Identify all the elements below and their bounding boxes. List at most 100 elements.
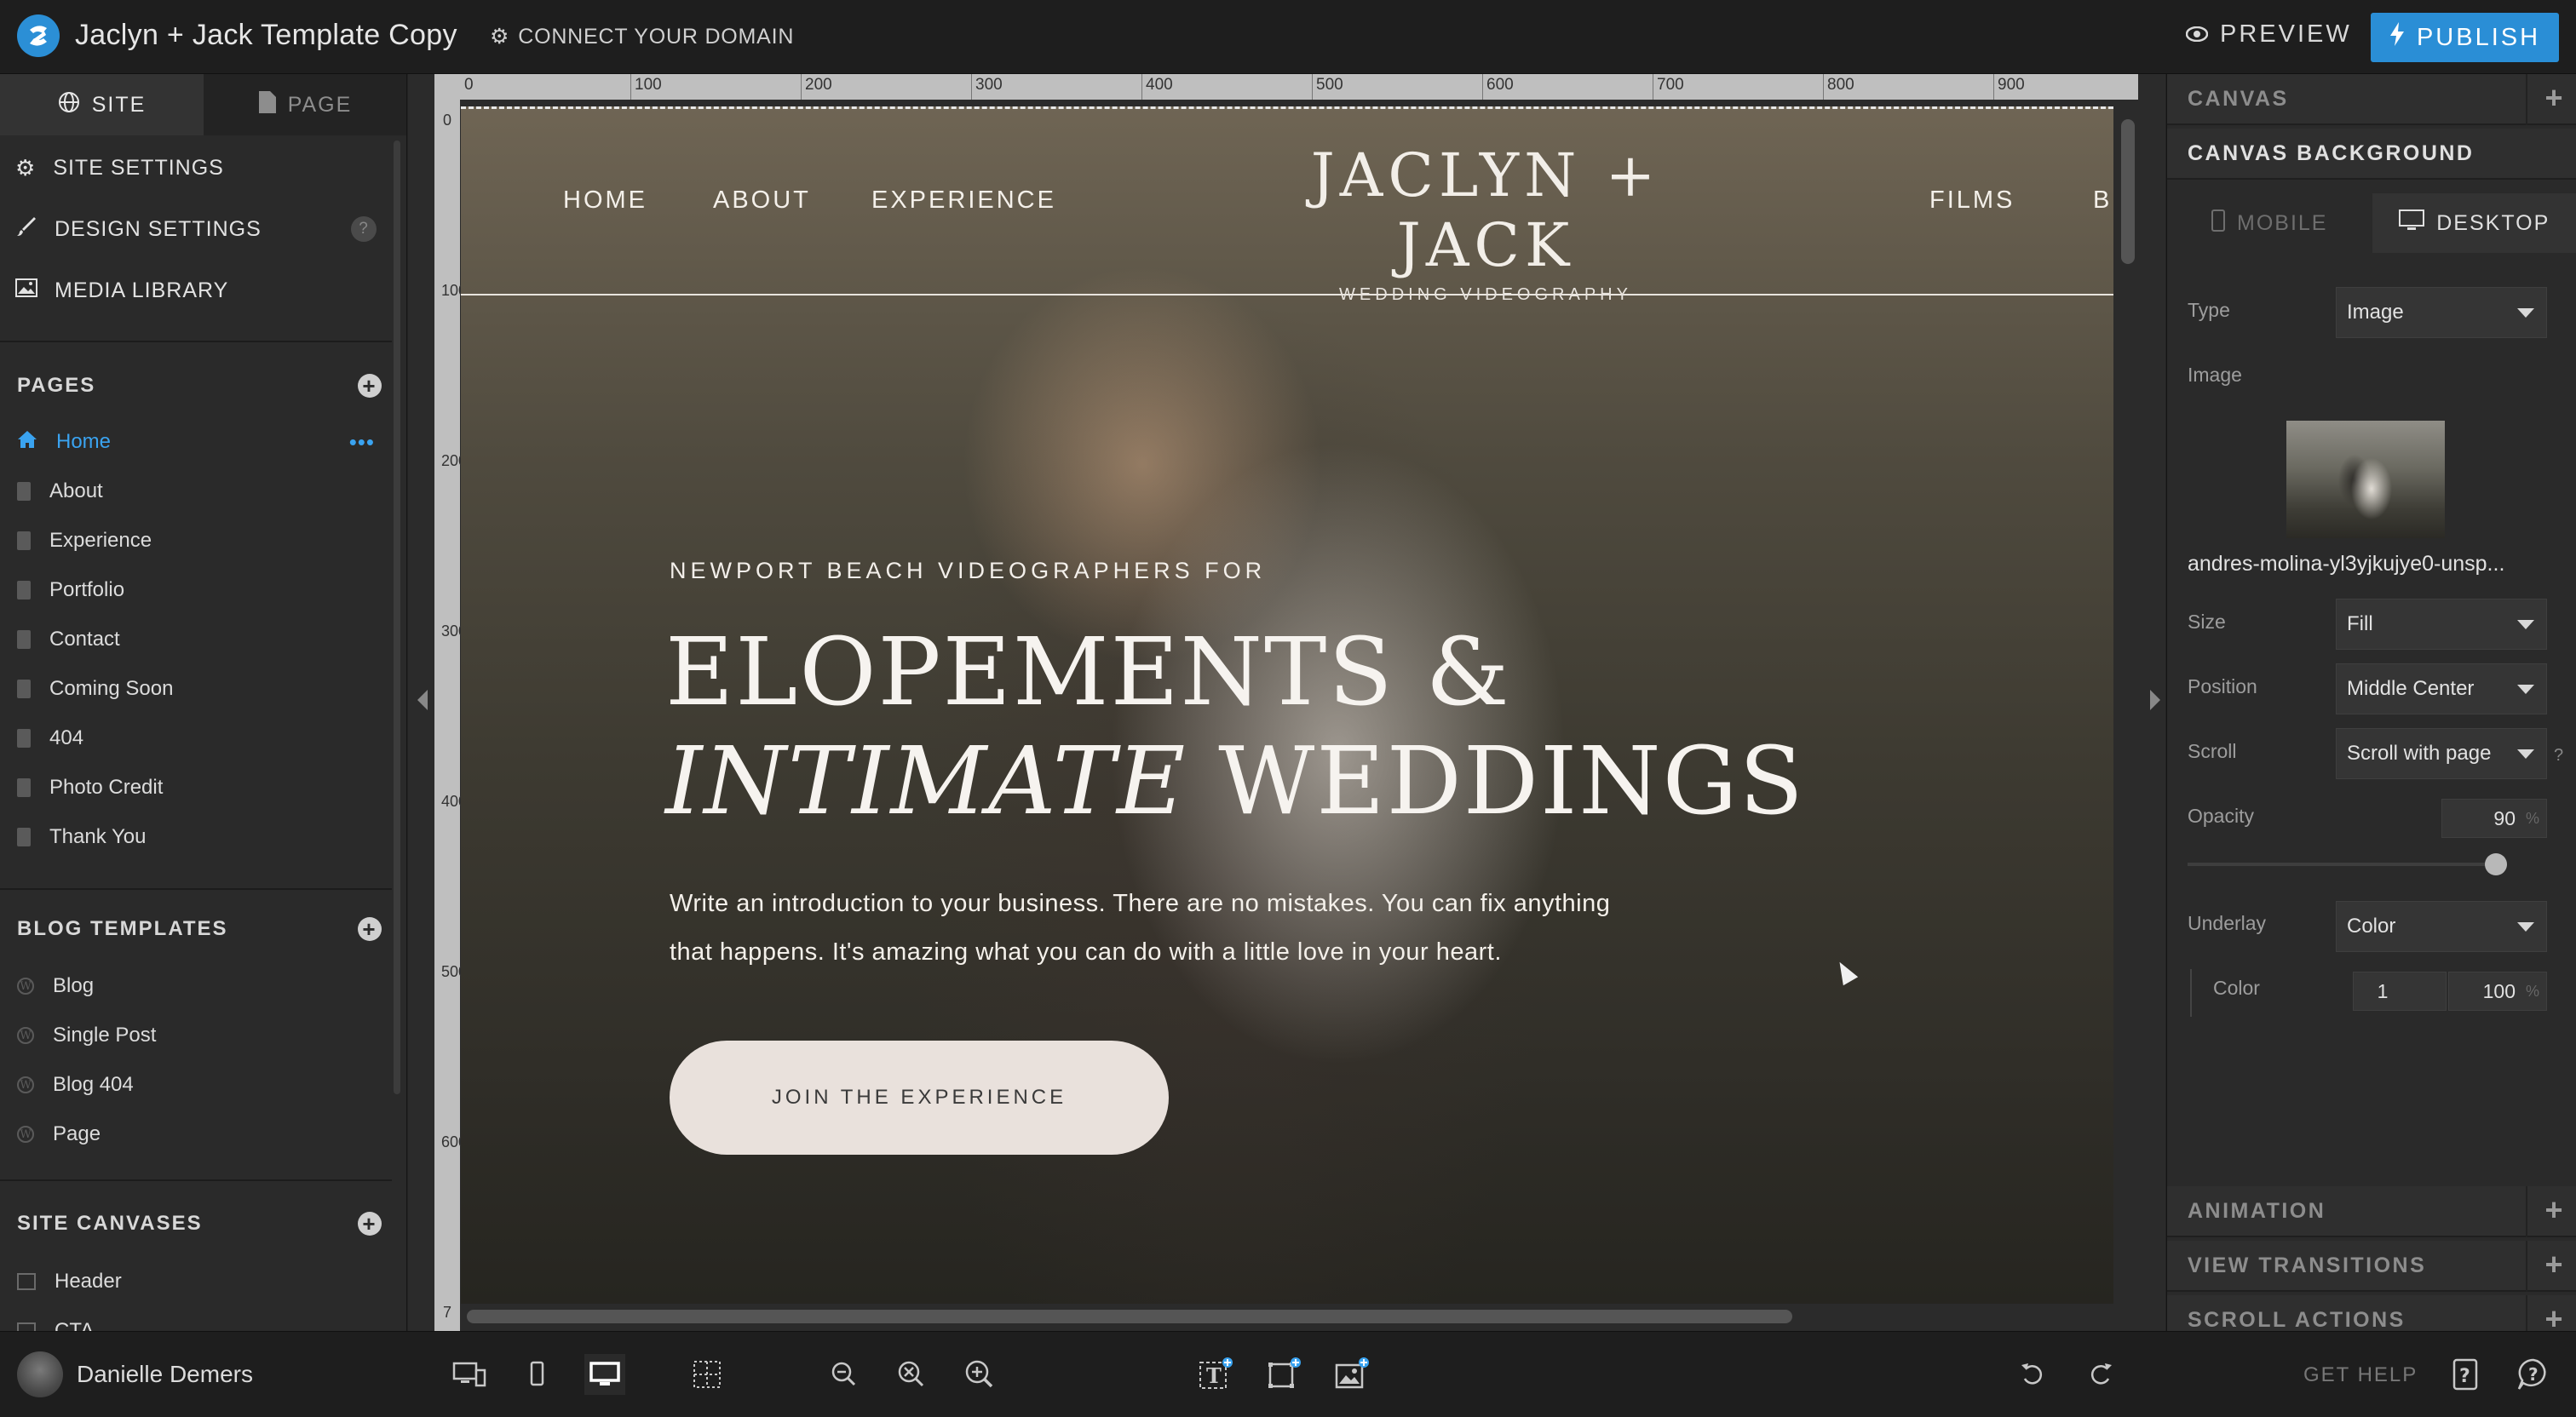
tab-desktop[interactable]: DESKTOP [2372, 193, 2576, 253]
site-nav-home[interactable]: HOME [563, 186, 647, 215]
publish-button[interactable]: PUBLISH [2371, 13, 2559, 62]
redo-icon[interactable] [2080, 1354, 2121, 1395]
tab-page[interactable]: PAGE [204, 74, 406, 135]
ruler-label: 900 [1998, 76, 2025, 94]
site-nav-about[interactable]: ABOUT [713, 186, 811, 215]
help-doc-icon[interactable]: ? [2445, 1354, 2486, 1395]
page-icon [17, 482, 31, 501]
size-select[interactable]: Fill [2336, 599, 2547, 650]
zoom-in-icon[interactable] [959, 1354, 1000, 1395]
mobile-icon[interactable] [516, 1354, 557, 1395]
site-settings-item[interactable]: ⚙ SITE SETTINGS [0, 141, 392, 195]
position-select[interactable]: Middle Center [2336, 663, 2547, 714]
join-experience-button[interactable]: JOIN THE EXPERIENCE [670, 1041, 1169, 1155]
expand-canvas-icon[interactable]: + [2544, 83, 2565, 113]
add-page-icon[interactable]: + [358, 374, 382, 398]
tab-mobile[interactable]: MOBILE [2167, 193, 2372, 253]
zoom-reset-icon[interactable] [891, 1354, 932, 1395]
design-settings-item[interactable]: DESIGN SETTINGS ? [0, 202, 392, 256]
canvas-vertical-scrollbar[interactable] [2121, 119, 2135, 264]
page-item-about[interactable]: About [0, 467, 392, 516]
add-image-icon[interactable] [1331, 1354, 1372, 1395]
svg-text:T: T [1206, 1363, 1222, 1388]
expand-animation-icon[interactable]: + [2544, 1195, 2565, 1225]
canvas-item-header[interactable]: Header [0, 1257, 392, 1306]
undo-icon[interactable] [2012, 1354, 2053, 1395]
page-item-photo-credit[interactable]: Photo Credit [0, 763, 392, 812]
blog-item-page[interactable]: W Page [0, 1110, 392, 1159]
page-item-coming-soon[interactable]: Coming Soon [0, 664, 392, 714]
page-item-home[interactable]: Home ••• [0, 417, 392, 467]
color-opacity-unit: % [2525, 983, 2539, 1000]
site-nav-blog[interactable]: B [2093, 186, 2112, 215]
media-library-item[interactable]: MEDIA LIBRARY [0, 263, 392, 318]
opacity-slider-handle[interactable] [2485, 853, 2507, 875]
blog-item-blog[interactable]: W Blog [0, 961, 392, 1011]
chevron-down-icon [2517, 308, 2534, 318]
ruler-label: 300 [975, 76, 1003, 94]
page-item-portfolio[interactable]: Portfolio [0, 565, 392, 615]
scroll-help-icon[interactable]: ? [2554, 746, 2563, 766]
desktop-mobile-icon[interactable] [448, 1354, 489, 1395]
preview-button[interactable]: PREVIEW [2185, 20, 2352, 49]
view-transitions-header[interactable]: VIEW TRANSITIONS + [2167, 1241, 2576, 1292]
canvas-label: Header [55, 1270, 122, 1293]
hero-headline-line1[interactable]: ELOPEMENTS & [665, 617, 1511, 726]
help-chat-icon[interactable]: ? [2513, 1354, 2554, 1395]
zoom-out-icon[interactable] [824, 1354, 865, 1395]
connect-domain-button[interactable]: ⚙ CONNECT YOUR DOMAIN [490, 24, 794, 49]
scroll-select[interactable]: Scroll with page [2336, 728, 2547, 779]
add-canvas-icon[interactable]: + [358, 1212, 382, 1236]
background-image-thumbnail[interactable] [2286, 421, 2445, 538]
avatar[interactable] [17, 1351, 63, 1397]
hero-intro[interactable]: Write an introduction to your business. … [670, 880, 1777, 977]
color-swatch-input[interactable]: 1 [2353, 972, 2447, 1011]
sidebar-scrollbar[interactable] [394, 141, 400, 1094]
canvas-horizontal-scrollbar[interactable] [467, 1310, 1792, 1323]
hero-eyebrow[interactable]: NEWPORT BEACH VIDEOGRAPHERS FOR [670, 558, 1266, 584]
app-logo-icon[interactable] [17, 14, 60, 57]
add-blog-template-icon[interactable]: + [358, 917, 382, 941]
page-icon [17, 581, 31, 600]
collapse-left-icon[interactable] [417, 690, 428, 710]
page-item-contact[interactable]: Contact [0, 615, 392, 664]
ruler-tick [971, 74, 972, 100]
design-help-icon[interactable]: ? [351, 216, 377, 242]
color-opacity-input[interactable]: 100 % [2448, 972, 2547, 1011]
desktop-icon[interactable] [584, 1354, 625, 1395]
canvas-stage[interactable]: HOME ABOUT EXPERIENCE JACLYN + JACK WEDD… [461, 106, 2113, 1304]
selection-grid-icon[interactable] [687, 1354, 727, 1395]
home-icon [17, 430, 37, 455]
tab-site[interactable]: SITE [0, 74, 204, 135]
page-item-404[interactable]: 404 [0, 714, 392, 763]
divider [0, 888, 392, 890]
page-item-thank-you[interactable]: Thank You [0, 812, 392, 862]
expand-transitions-icon[interactable]: + [2544, 1249, 2565, 1280]
site-nav-films[interactable]: FILMS [1929, 186, 2015, 215]
expand-scroll-actions-icon[interactable]: + [2544, 1304, 2565, 1334]
blog-item-single-post[interactable]: W Single Post [0, 1011, 392, 1060]
canvas-background-header[interactable]: CANVAS BACKGROUND [2167, 129, 2576, 180]
brand-name: JACLYN + JACK [1310, 141, 1661, 280]
image-filename: andres-molina-yl3yjkujye0-unsp... [2188, 552, 2505, 576]
user-name[interactable]: Danielle Demers [77, 1361, 253, 1388]
get-help-label[interactable]: GET HELP [2303, 1363, 2418, 1387]
animation-header[interactable]: ANIMATION + [2167, 1186, 2576, 1237]
add-box-icon[interactable] [1263, 1354, 1304, 1395]
blog-item-blog-404[interactable]: W Blog 404 [0, 1060, 392, 1110]
page-item-experience[interactable]: Experience [0, 516, 392, 565]
canvas-panel-header[interactable]: CANVAS + [2167, 74, 2576, 125]
more-options-icon[interactable]: ••• [349, 429, 375, 456]
collapse-right-icon[interactable] [2150, 690, 2160, 710]
canvas-item-cta[interactable]: CTA [0, 1306, 392, 1331]
underlay-select[interactable]: Color [2336, 901, 2547, 952]
site-brand-logo[interactable]: JACLYN + JACK WEDDING VIDEOGRAPHY [1243, 141, 1728, 305]
opacity-input[interactable]: 90 % [2441, 799, 2547, 838]
add-text-icon[interactable]: T [1195, 1354, 1236, 1395]
hero-headline-line2[interactable]: INTIMATE WEDDINGS [665, 726, 1805, 835]
type-select[interactable]: Image [2336, 287, 2547, 338]
scroll-actions-header-label: SCROLL ACTIONS [2188, 1307, 2406, 1332]
opacity-slider[interactable] [2188, 863, 2499, 866]
ruler-label: 200 [805, 76, 832, 94]
site-nav-experience[interactable]: EXPERIENCE [871, 186, 1056, 215]
